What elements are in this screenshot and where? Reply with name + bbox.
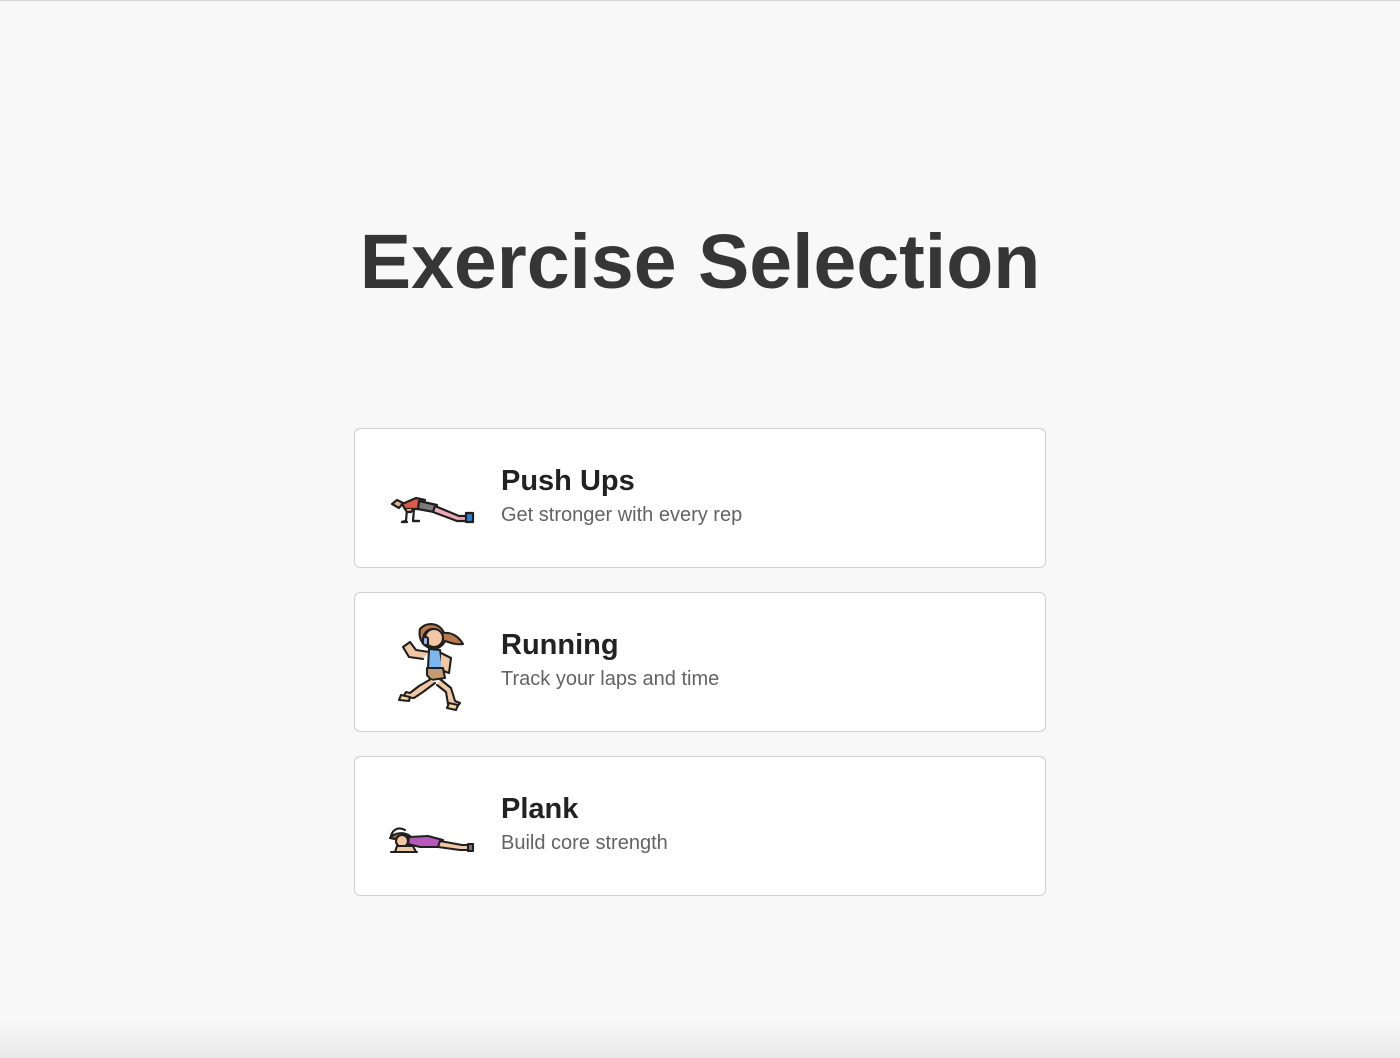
exercise-title: Plank <box>501 793 579 825</box>
exercise-card-plank[interactable]: Plank Build core strength <box>354 756 1046 896</box>
bottom-edge-shadow <box>0 1018 1400 1058</box>
exercise-card-text: Plank Build core strength <box>501 791 668 859</box>
exercise-title: Push Ups <box>501 465 635 497</box>
exercise-card-text: Running Track your laps and time <box>501 627 719 695</box>
exercise-title: Running <box>501 629 619 661</box>
exercise-list: Push Ups Get stronger with every rep Run… <box>354 428 1046 920</box>
exercise-card-running[interactable]: Running Track your laps and time <box>354 592 1046 732</box>
exercise-description: Get stronger with every rep <box>501 504 743 526</box>
exercise-selection-page: Exercise Selection Push Ups Get stronger… <box>0 0 1400 1058</box>
exercise-card-push-ups[interactable]: Push Ups Get stronger with every rep <box>354 428 1046 568</box>
running-icon <box>385 619 479 711</box>
page-title: Exercise Selection <box>359 219 1041 305</box>
exercise-description: Track your laps and time <box>501 668 720 690</box>
exercise-card-text: Push Ups Get stronger with every rep <box>501 463 742 531</box>
exercise-description: Build core strength <box>501 832 668 854</box>
push-up-icon <box>385 455 479 547</box>
plank-icon <box>385 783 479 875</box>
